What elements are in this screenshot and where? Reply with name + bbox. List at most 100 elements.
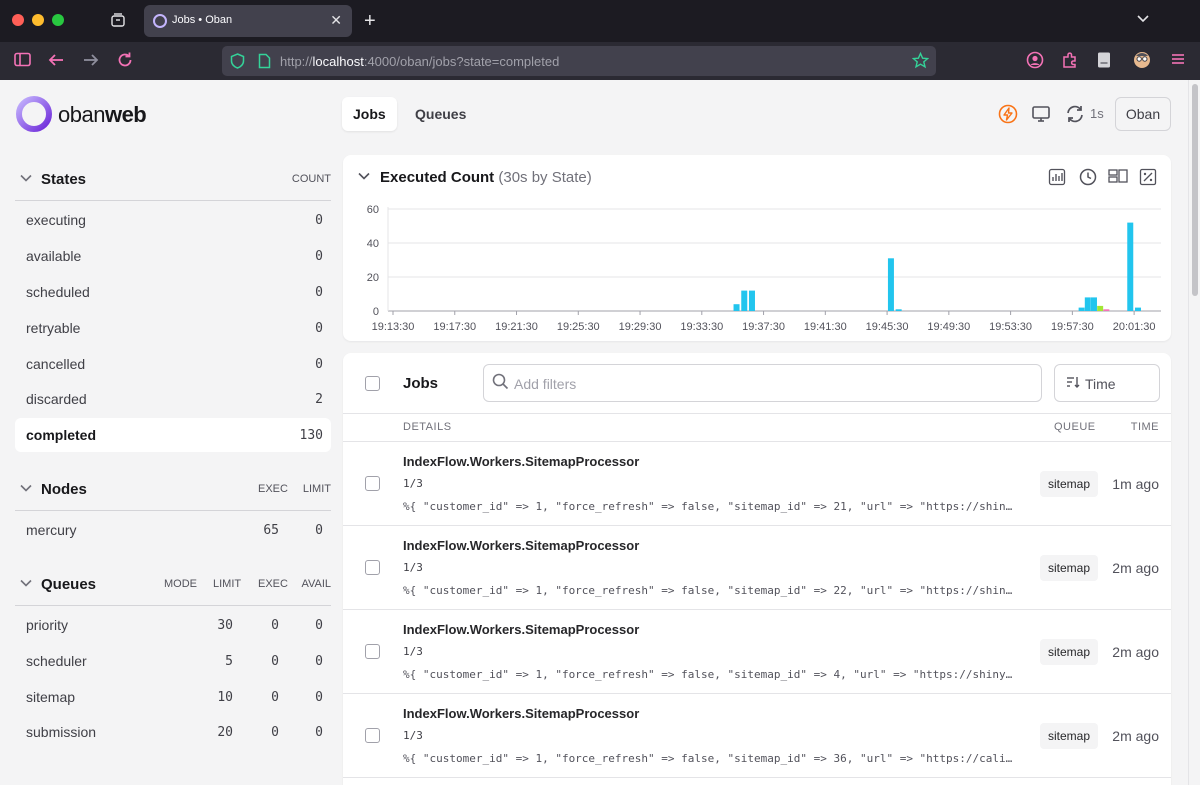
job-args: %{ "customer_id" => 1, "force_refresh" =… xyxy=(403,584,1013,597)
account-icon[interactable] xyxy=(1026,51,1044,72)
new-tab-icon[interactable]: + xyxy=(364,11,376,31)
job-worker[interactable]: IndexFlow.Workers.SitemapProcessor xyxy=(403,454,639,469)
y-tick-label: 20 xyxy=(367,272,379,284)
job-attempt: 1/3 xyxy=(403,645,423,658)
queue-label: scheduler xyxy=(26,653,87,669)
page-scrollbar[interactable] xyxy=(1188,80,1200,785)
chart-bar xyxy=(733,304,740,311)
minimize-window-button[interactable] xyxy=(32,14,44,26)
menu-icon[interactable] xyxy=(1170,51,1186,70)
refresh-interval[interactable]: 1s xyxy=(1090,106,1104,121)
logo-text[interactable]: obanweb xyxy=(58,102,147,128)
x-tick-label: 19:49:30 xyxy=(927,321,970,333)
tab-queues[interactable]: Queues xyxy=(404,97,477,131)
state-row-completed[interactable]: completed 130 xyxy=(15,418,331,452)
queue-badge[interactable]: sitemap xyxy=(1040,471,1099,497)
job-checkbox[interactable] xyxy=(365,728,380,743)
instance-button[interactable]: Oban xyxy=(1115,97,1171,131)
node-row-mercury[interactable]: mercury 65 0 xyxy=(15,513,331,547)
job-checkbox[interactable] xyxy=(365,644,380,659)
job-row[interactable]: IndexFlow.Workers.SitemapProcessor 1/3 %… xyxy=(343,525,1171,609)
job-args: %{ "customer_id" => 1, "force_refresh" =… xyxy=(403,752,1013,765)
url-bar[interactable]: http://localhost:4000/oban/jobs?state=co… xyxy=(222,46,936,76)
queue-badge[interactable]: sitemap xyxy=(1040,723,1099,749)
refresh-icon[interactable] xyxy=(1064,104,1086,127)
shield-icon[interactable] xyxy=(230,53,245,72)
tab-overview-icon[interactable] xyxy=(110,12,126,31)
divider xyxy=(15,200,331,201)
queues-avail-column: AVAIL xyxy=(301,578,331,590)
sidebar-icon[interactable] xyxy=(14,52,31,70)
job-time: 2m ago xyxy=(1112,644,1159,660)
details-column-header: DETAILS xyxy=(403,421,452,433)
select-all-checkbox[interactable] xyxy=(365,376,380,391)
queue-row-sitemap[interactable]: sitemap 10 0 0 xyxy=(15,680,331,714)
queue-exec: 0 xyxy=(271,618,279,633)
queue-row-scheduler[interactable]: scheduler 5 0 0 xyxy=(15,644,331,678)
state-row-discarded[interactable]: discarded 2 xyxy=(15,382,331,416)
list-tabs-icon[interactable] xyxy=(1136,12,1150,29)
queue-column-header: QUEUE xyxy=(1054,421,1096,433)
queue-row-priority[interactable]: priority 30 0 0 xyxy=(15,608,331,642)
queue-badge[interactable]: sitemap xyxy=(1040,639,1099,665)
url-text[interactable]: http://localhost:4000/oban/jobs?state=co… xyxy=(280,54,559,69)
browser-tab-active[interactable]: Jobs • Oban ✕ xyxy=(144,5,352,37)
state-row-scheduled[interactable]: scheduled 0 xyxy=(15,275,331,309)
state-row-cancelled[interactable]: cancelled 0 xyxy=(15,347,331,381)
lightning-icon[interactable] xyxy=(998,104,1018,127)
filter-input[interactable]: Add filters xyxy=(483,364,1042,402)
job-checkbox[interactable] xyxy=(365,560,380,575)
job-row[interactable]: IndexFlow.Workers.SitemapProcessor 1/3 %… xyxy=(343,693,1171,777)
state-row-available[interactable]: available 0 xyxy=(15,239,331,273)
states-title: States xyxy=(41,171,87,188)
oban-logo-icon[interactable] xyxy=(15,95,53,133)
x-tick-label: 19:13:30 xyxy=(372,321,415,333)
scrollbar-thumb[interactable] xyxy=(1192,84,1198,296)
tab-jobs[interactable]: Jobs xyxy=(342,97,397,131)
chevron-down-icon[interactable] xyxy=(19,576,33,593)
filter-placeholder: Add filters xyxy=(514,376,577,392)
nodes-exec-column: EXEC xyxy=(258,483,288,495)
queue-badge[interactable]: sitemap xyxy=(1040,555,1099,581)
state-row-executing[interactable]: executing 0 xyxy=(15,203,331,237)
extensions-icon[interactable] xyxy=(1061,51,1079,72)
states-header[interactable]: States COUNT xyxy=(15,163,331,197)
queue-limit: 5 xyxy=(225,654,233,669)
avatar-icon[interactable] xyxy=(1133,51,1151,72)
states-count-column: COUNT xyxy=(291,173,331,185)
time-column-header[interactable]: TIME xyxy=(1131,421,1159,433)
divider xyxy=(15,605,331,606)
chart-bar xyxy=(1097,305,1104,311)
x-tick-label: 20:01:30 xyxy=(1113,321,1156,333)
chevron-down-icon[interactable] xyxy=(19,481,33,498)
close-window-button[interactable] xyxy=(12,14,24,26)
chart-bar xyxy=(895,309,902,311)
job-worker[interactable]: IndexFlow.Workers.SitemapProcessor xyxy=(403,622,639,637)
queue-row-submission[interactable]: submission 20 0 0 xyxy=(15,715,331,749)
state-row-retryable[interactable]: retryable 0 xyxy=(15,311,331,345)
bookmark-star-icon[interactable] xyxy=(911,51,930,72)
job-checkbox[interactable] xyxy=(365,476,380,491)
job-worker[interactable]: IndexFlow.Workers.SitemapProcessor xyxy=(403,538,639,553)
chart-bar xyxy=(1103,309,1110,311)
close-tab-icon[interactable]: ✕ xyxy=(330,12,342,29)
job-row[interactable]: IndexFlow.Workers.SitemapProcessor 1/3 %… xyxy=(343,441,1171,525)
chart-bar xyxy=(748,290,755,311)
chart-bar xyxy=(1078,307,1085,311)
zoom-window-button[interactable] xyxy=(52,14,64,26)
x-tick-label: 19:29:30 xyxy=(619,321,662,333)
reader-icon[interactable] xyxy=(1097,51,1111,72)
job-worker[interactable]: IndexFlow.Workers.SitemapProcessor xyxy=(403,706,639,721)
page-icon[interactable] xyxy=(258,53,271,72)
nodes-header[interactable]: Nodes EXEC LIMIT xyxy=(15,473,331,507)
back-icon[interactable] xyxy=(47,51,65,72)
reload-icon[interactable] xyxy=(116,51,134,72)
sort-button[interactable]: Time xyxy=(1054,364,1160,402)
queues-header[interactable]: Queues MODE LIMIT EXEC AVAIL xyxy=(15,568,331,602)
job-row[interactable]: IndexFlow.Workers.SitemapProcessor 1/3 %… xyxy=(343,609,1171,693)
forward-icon[interactable] xyxy=(82,51,100,72)
oban-favicon-icon xyxy=(153,14,167,28)
monitor-icon[interactable] xyxy=(1031,104,1051,127)
chevron-down-icon[interactable] xyxy=(19,171,33,188)
divider xyxy=(15,510,331,511)
